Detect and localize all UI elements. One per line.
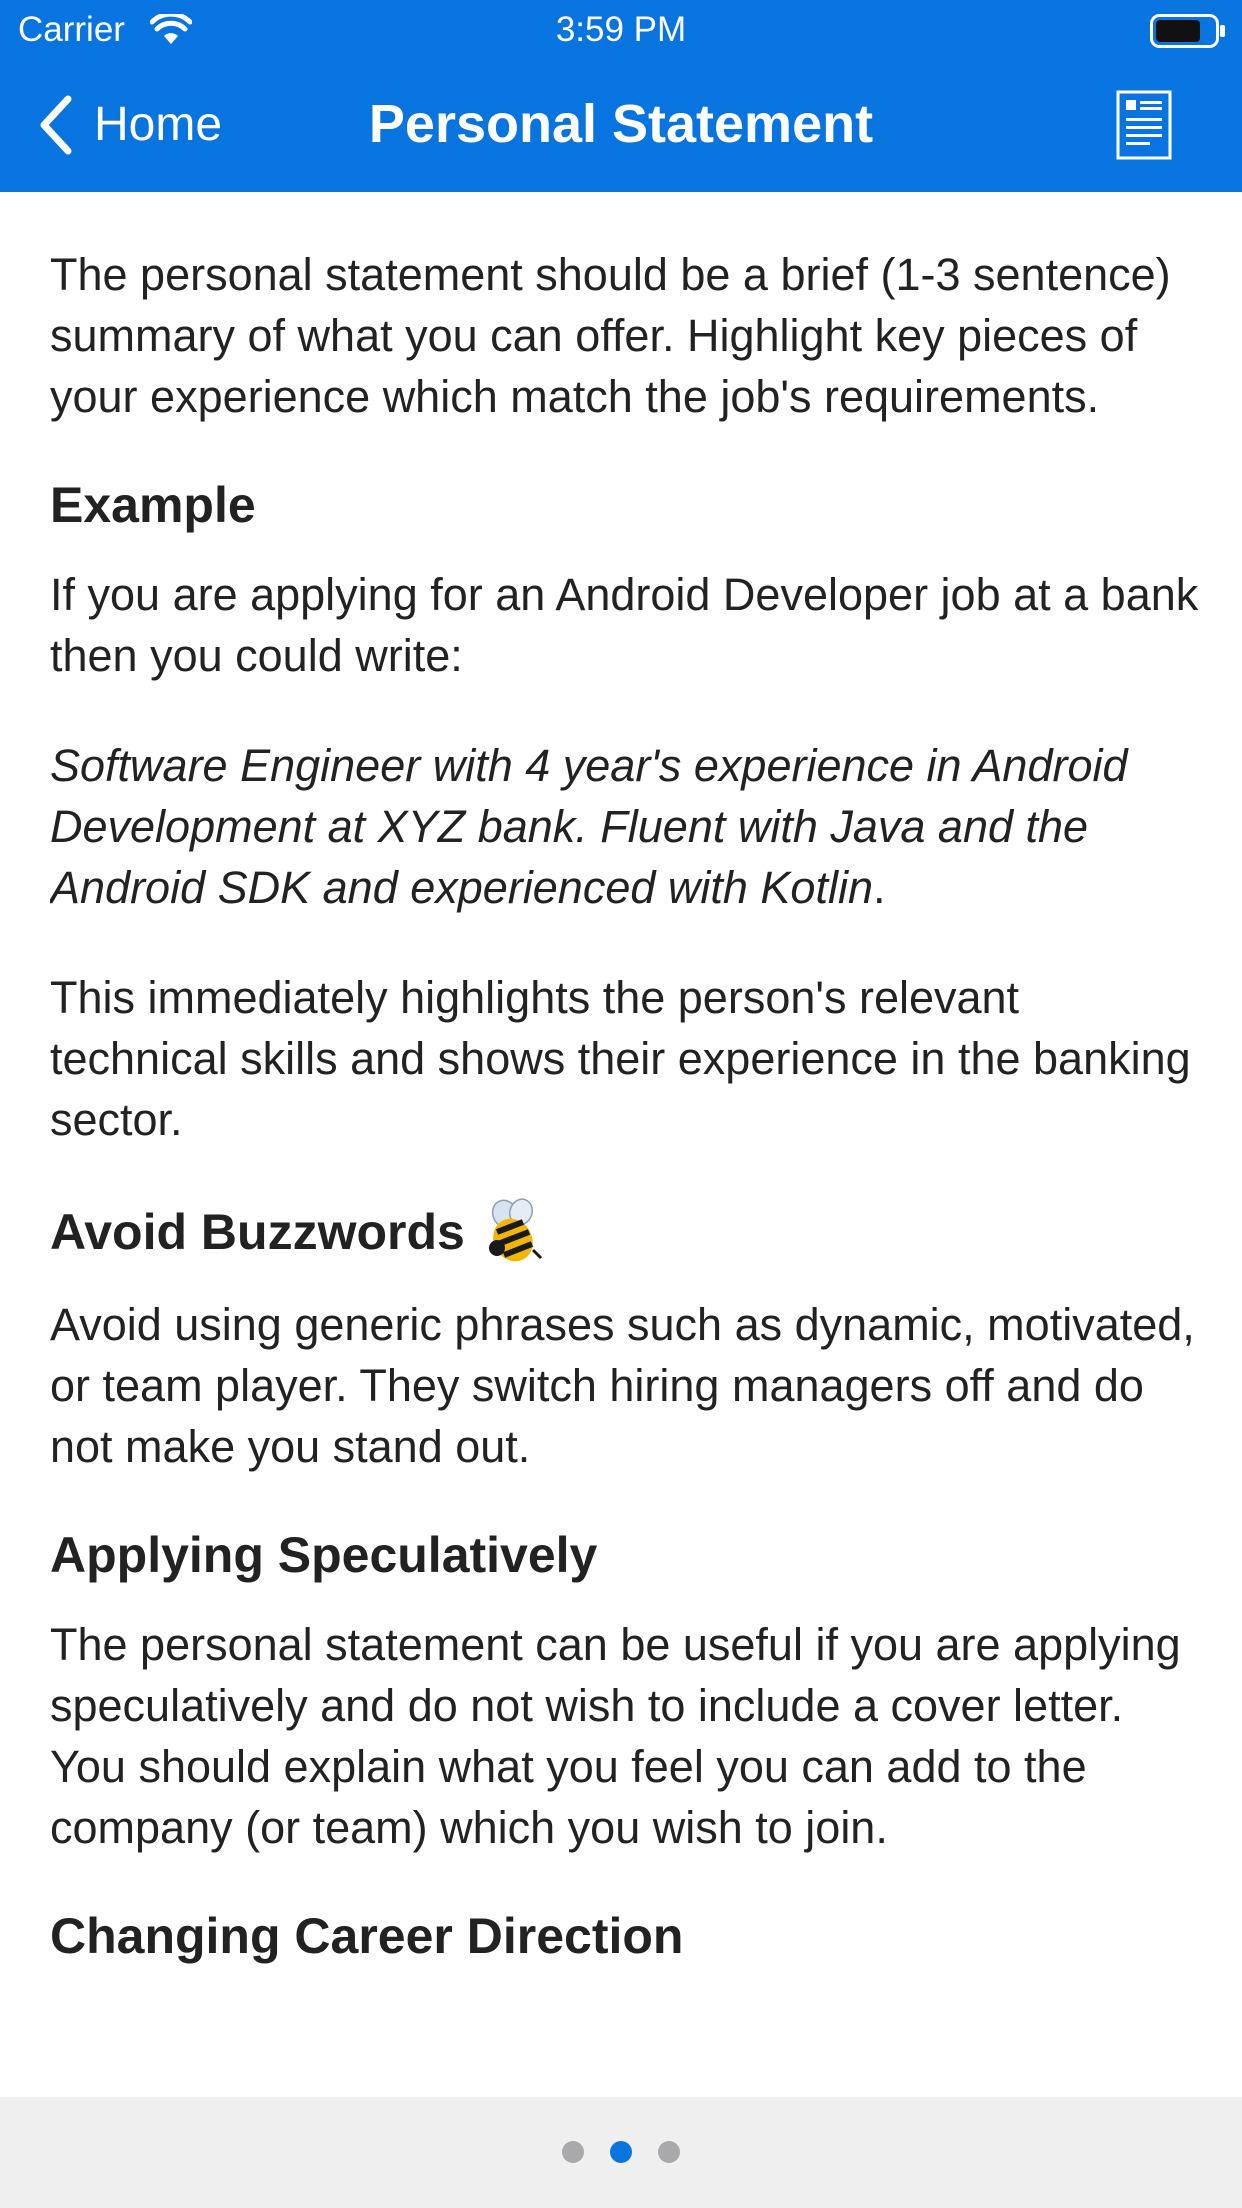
battery-icon — [1150, 14, 1225, 48]
example-quote: Software Engineer with 4 year's experien… — [50, 735, 1200, 918]
navigation-bar: Home Personal Statement — [0, 60, 1242, 192]
page-control-bar — [0, 2097, 1242, 2208]
example-heading: Example — [50, 477, 256, 533]
buzzwords-heading-text: Avoid Buzzwords — [50, 1203, 465, 1260]
example-quote-period: . — [873, 862, 886, 913]
bee-icon — [488, 1198, 542, 1262]
buzzwords-heading: Avoid Buzzwords — [50, 1198, 1200, 1266]
page-dot-1[interactable] — [562, 2141, 584, 2163]
screen: Carrier 3:59 PM Home Personal Statement — [0, 0, 1242, 2208]
example-followup-paragraph: This immediately highlights the person's… — [50, 972, 1191, 1145]
example-paragraph: If you are applying for an Android Devel… — [50, 569, 1199, 681]
page-dot-2[interactable] — [610, 2141, 632, 2163]
status-time: 3:59 PM — [555, 10, 687, 49]
status-bar: Carrier 3:59 PM — [0, 0, 1242, 60]
document-icon[interactable] — [1116, 90, 1172, 160]
buzzwords-paragraph: Avoid using generic phrases such as dyna… — [50, 1299, 1195, 1472]
speculative-paragraph: The personal statement can be useful if … — [50, 1619, 1181, 1853]
page-title: Personal Statement — [368, 94, 874, 154]
intro-paragraph: The personal statement should be a brief… — [50, 249, 1171, 422]
next-section-heading: Changing Career Direction — [50, 1908, 684, 1964]
page-dot-3[interactable] — [658, 2141, 680, 2163]
example-quote-text: Software Engineer with 4 year's experien… — [50, 740, 1128, 913]
page-indicator[interactable] — [0, 2141, 1242, 2163]
content-area[interactable]: The personal statement should be a brief… — [50, 192, 1200, 2097]
header-bar: Carrier 3:59 PM Home Personal Statement — [0, 0, 1242, 192]
speculative-heading: Applying Speculatively — [50, 1527, 598, 1583]
